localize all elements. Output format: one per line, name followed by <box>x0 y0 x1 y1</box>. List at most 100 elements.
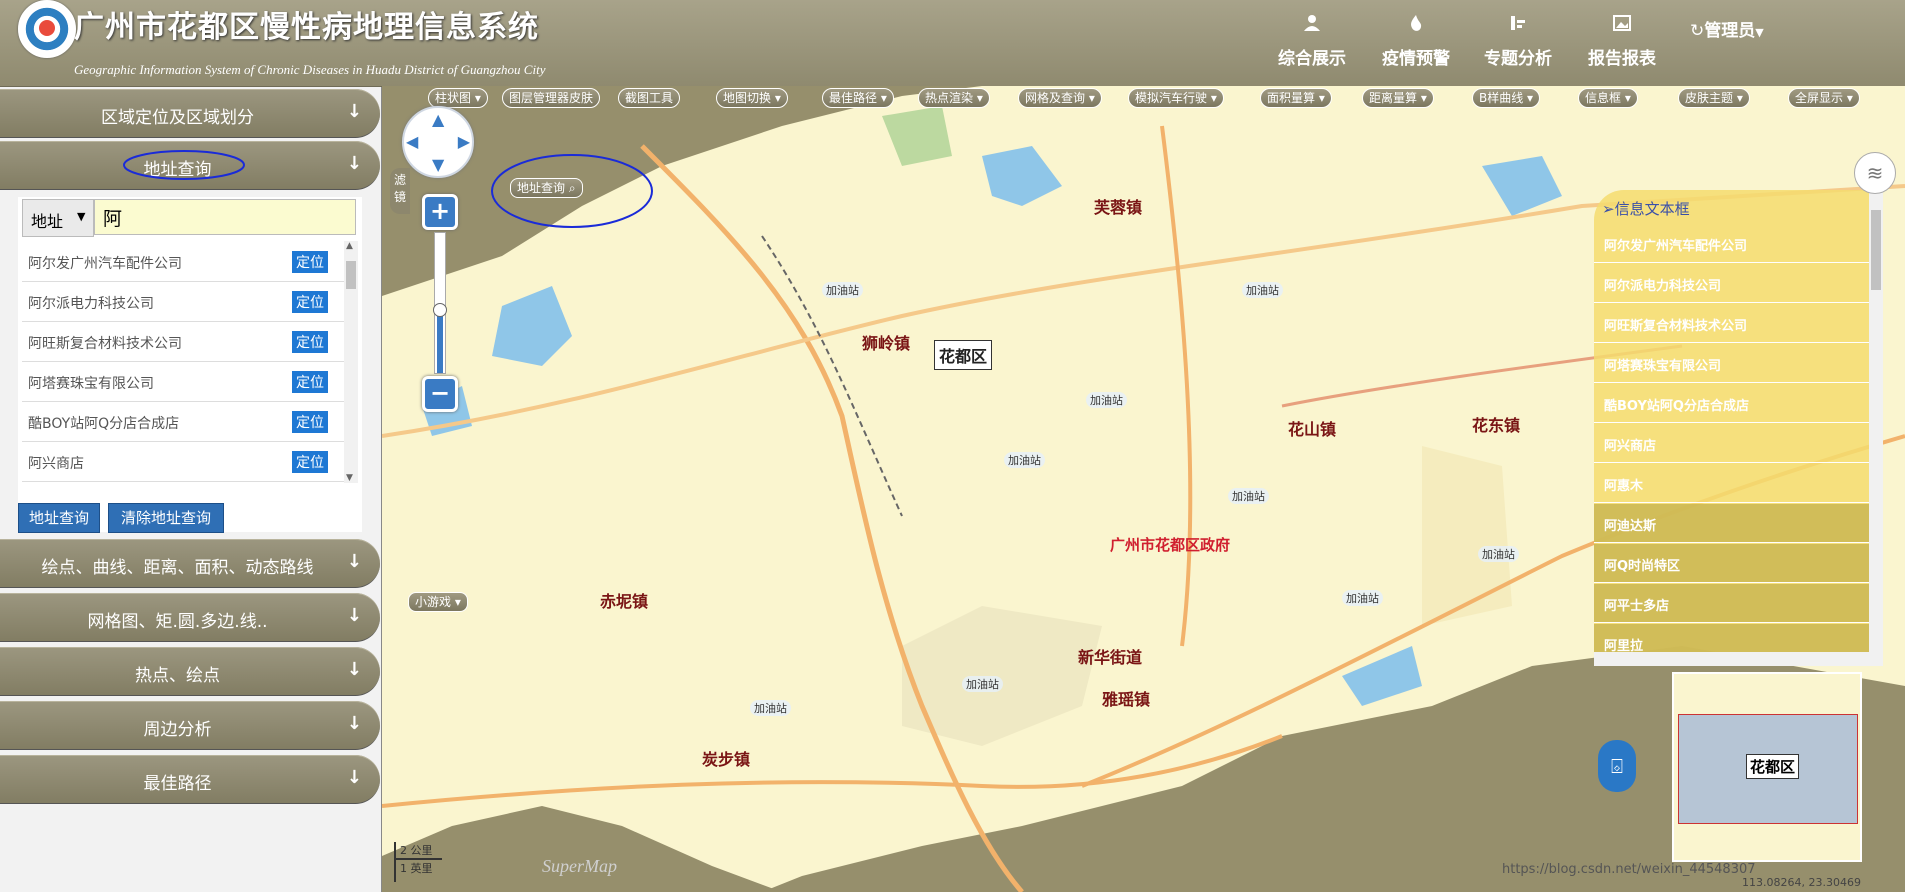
toolbar-fullscreen[interactable]: 全屏显示 ▾ <box>1788 88 1860 108</box>
zoom-in-button[interactable]: + <box>422 194 458 230</box>
scroll-thumb[interactable] <box>1871 210 1881 290</box>
accordion-region[interactable]: 区域定位及区域划分 ↓ <box>0 89 380 138</box>
toolbar-skin-theme[interactable]: 皮肤主题 ▾ <box>1678 88 1750 108</box>
arrow-up-icon[interactable]: ▲ <box>432 110 444 129</box>
nav-analysis-label: 专题分析 <box>1484 49 1552 69</box>
toolbar-bspline[interactable]: B样曲线 ▾ <box>1472 88 1541 108</box>
scroll-down-icon[interactable]: ▼ <box>346 473 353 483</box>
results-scrollbar[interactable]: ▲ ▼ <box>344 241 358 483</box>
toolbar-simulate-car-label: 模拟汽车行驶 <box>1135 91 1208 105</box>
scroll-thumb[interactable] <box>346 261 356 289</box>
nav-report[interactable]: 报告报表 <box>1588 14 1656 69</box>
toolbar-hotspot-render-label: 热点渲染 <box>925 91 974 105</box>
accordion-draw[interactable]: 绘点、曲线、距离、面积、动态路线 ↓ <box>0 539 380 588</box>
result-row: 阿尔派电力科技公司 定位 <box>22 281 344 322</box>
toolbox-icon[interactable]: ⌺ <box>1598 740 1636 792</box>
arrow-down-icon: ↓ <box>346 605 362 626</box>
town-label: 炭步镇 <box>702 750 751 769</box>
scale-km: 2 公里 <box>396 842 442 860</box>
info-box-hscrollbar[interactable] <box>1594 652 1883 666</box>
nav-analysis[interactable]: 专题分析 <box>1484 14 1552 69</box>
address-query-button[interactable]: 地址查询 <box>18 503 100 533</box>
accordion-route[interactable]: 最佳路径 ↓ <box>0 755 380 804</box>
pan-control[interactable]: ▲ ◀ ▶ ▼ <box>402 106 474 178</box>
locate-button[interactable]: 定位 <box>292 251 328 273</box>
filter-button[interactable]: 滤镜 <box>390 168 410 214</box>
map-view[interactable]: 柱状图 ▾ 图层管理器皮肤 截图工具 地图切换 ▾ 最佳路径 ▾ 热点渲染 ▾ … <box>382 86 1905 892</box>
locate-button[interactable]: 定位 <box>292 371 328 393</box>
address-query-tool-label: 地址查询 <box>517 181 566 195</box>
info-item[interactable]: 阿迪达斯 <box>1594 504 1869 543</box>
toolbar-best-route-label: 最佳路径 <box>829 91 878 105</box>
result-name: 阿旺斯复合材料技术公司 <box>28 336 182 352</box>
scroll-up-icon[interactable]: ▲ <box>346 241 353 251</box>
zoom-out-button[interactable]: − <box>422 376 458 412</box>
toolbar-layer-skin[interactable]: 图层管理器皮肤 <box>502 88 601 108</box>
info-item[interactable]: 阿里拉 <box>1594 624 1869 654</box>
accordion-hotspot[interactable]: 热点、绘点 ↓ <box>0 647 380 696</box>
accordion-address[interactable]: 地址查询 ↓ <box>0 141 380 190</box>
arrow-left-icon[interactable]: ◀ <box>406 132 418 151</box>
info-item-text: 阿兴商店 <box>1604 439 1657 454</box>
town-label: 雅瑶镇 <box>1102 690 1151 709</box>
arrow-down-icon: ↓ <box>346 153 362 174</box>
arrow-down-icon[interactable]: ▼ <box>432 155 444 174</box>
zoom-slider-handle[interactable] <box>433 303 447 317</box>
address-type-select[interactable]: 地址 ▼ <box>22 199 94 237</box>
info-item[interactable]: 酷BOY站阿Q分店合成店 <box>1594 384 1869 423</box>
toolbar-area-measure[interactable]: 面积量算 ▾ <box>1260 88 1332 108</box>
info-box-scrollbar[interactable] <box>1869 190 1883 652</box>
toolbar-simulate-car[interactable]: 模拟汽车行驶 ▾ <box>1128 88 1224 108</box>
toolbar-distance-measure-label: 距离量算 <box>1369 91 1418 105</box>
locate-button[interactable]: 定位 <box>292 411 328 433</box>
nav-overview[interactable]: 综合展示 <box>1278 14 1346 69</box>
overview-district-label: 花都区 <box>1746 754 1800 779</box>
result-name: 阿尔派电力科技公司 <box>28 296 154 312</box>
info-item-text: 阿平士多店 <box>1604 599 1670 614</box>
toolbar-hotspot-render[interactable]: 热点渲染 ▾ <box>918 88 990 108</box>
toolbar-bar-chart[interactable]: 柱状图 ▾ <box>428 88 488 108</box>
person-icon <box>1278 14 1346 36</box>
zoom-slider[interactable] <box>433 232 447 374</box>
arrow-right-icon[interactable]: ▶ <box>458 132 470 151</box>
toolbar-best-route[interactable]: 最佳路径 ▾ <box>822 88 894 108</box>
overview-map[interactable]: 花都区 <box>1672 672 1862 862</box>
toolbar-map-switch[interactable]: 地图切换 ▾ <box>716 88 788 108</box>
toolbar-screenshot-label: 截图工具 <box>625 91 674 105</box>
info-item[interactable]: 阿Q时尚特区 <box>1594 544 1869 583</box>
clear-address-query-button[interactable]: 清除地址查询 <box>108 503 224 533</box>
district-label: 花都区 <box>934 340 993 370</box>
address-type-value: 地址 <box>31 212 64 231</box>
address-search-input[interactable] <box>94 199 356 235</box>
info-item[interactable]: 阿兴商店 <box>1594 424 1869 463</box>
toolbar-grid-query[interactable]: 网格及查询 ▾ <box>1018 88 1102 108</box>
toolbar-info-box-label: 信息框 <box>1585 91 1622 105</box>
info-item[interactable]: 阿平士多店 <box>1594 584 1869 623</box>
scale-bar: 2 公里 1 英里 <box>394 842 442 882</box>
nav-overview-label: 综合展示 <box>1278 49 1346 69</box>
town-label: 花山镇 <box>1288 420 1337 439</box>
locate-button[interactable]: 定位 <box>292 291 328 313</box>
info-item[interactable]: 阿尔派电力科技公司 <box>1594 264 1869 303</box>
toolbar-fullscreen-label: 全屏显示 <box>1795 91 1844 105</box>
info-item[interactable]: 阿旺斯复合材料技术公司 <box>1594 304 1869 343</box>
accordion-nearby[interactable]: 周边分析 ↓ <box>0 701 380 750</box>
info-item[interactable]: 阿塔赛珠宝有限公司 <box>1594 344 1869 383</box>
mini-game-button[interactable]: 小游戏 ▾ <box>408 592 468 612</box>
locate-button[interactable]: 定位 <box>292 451 328 473</box>
toolbar-info-box[interactable]: 信息框 ▾ <box>1578 88 1638 108</box>
toolbar-screenshot[interactable]: 截图工具 <box>618 88 681 108</box>
locate-button[interactable]: 定位 <box>292 331 328 353</box>
result-name: 阿尔发广州汽车配件公司 <box>28 256 182 272</box>
arrow-down-icon: ↓ <box>346 551 362 572</box>
nav-warning[interactable]: 疫情预警 <box>1382 14 1450 69</box>
layers-icon[interactable]: ≋ <box>1854 152 1896 194</box>
address-query-tool-button[interactable]: 地址查询 ⌕ <box>510 178 583 198</box>
nav-report-label: 报告报表 <box>1588 49 1656 69</box>
toolbar-distance-measure[interactable]: 距离量算 ▾ <box>1362 88 1434 108</box>
zoom-slider-fill <box>437 309 443 373</box>
info-item[interactable]: 阿惠木 <box>1594 464 1869 503</box>
info-item[interactable]: 阿尔发广州汽车配件公司 <box>1594 224 1869 263</box>
nav-admin-menu[interactable]: ↻管理员▼ <box>1690 16 1764 41</box>
accordion-grid[interactable]: 网格图、矩.圆.多边.线.. ↓ <box>0 593 380 642</box>
